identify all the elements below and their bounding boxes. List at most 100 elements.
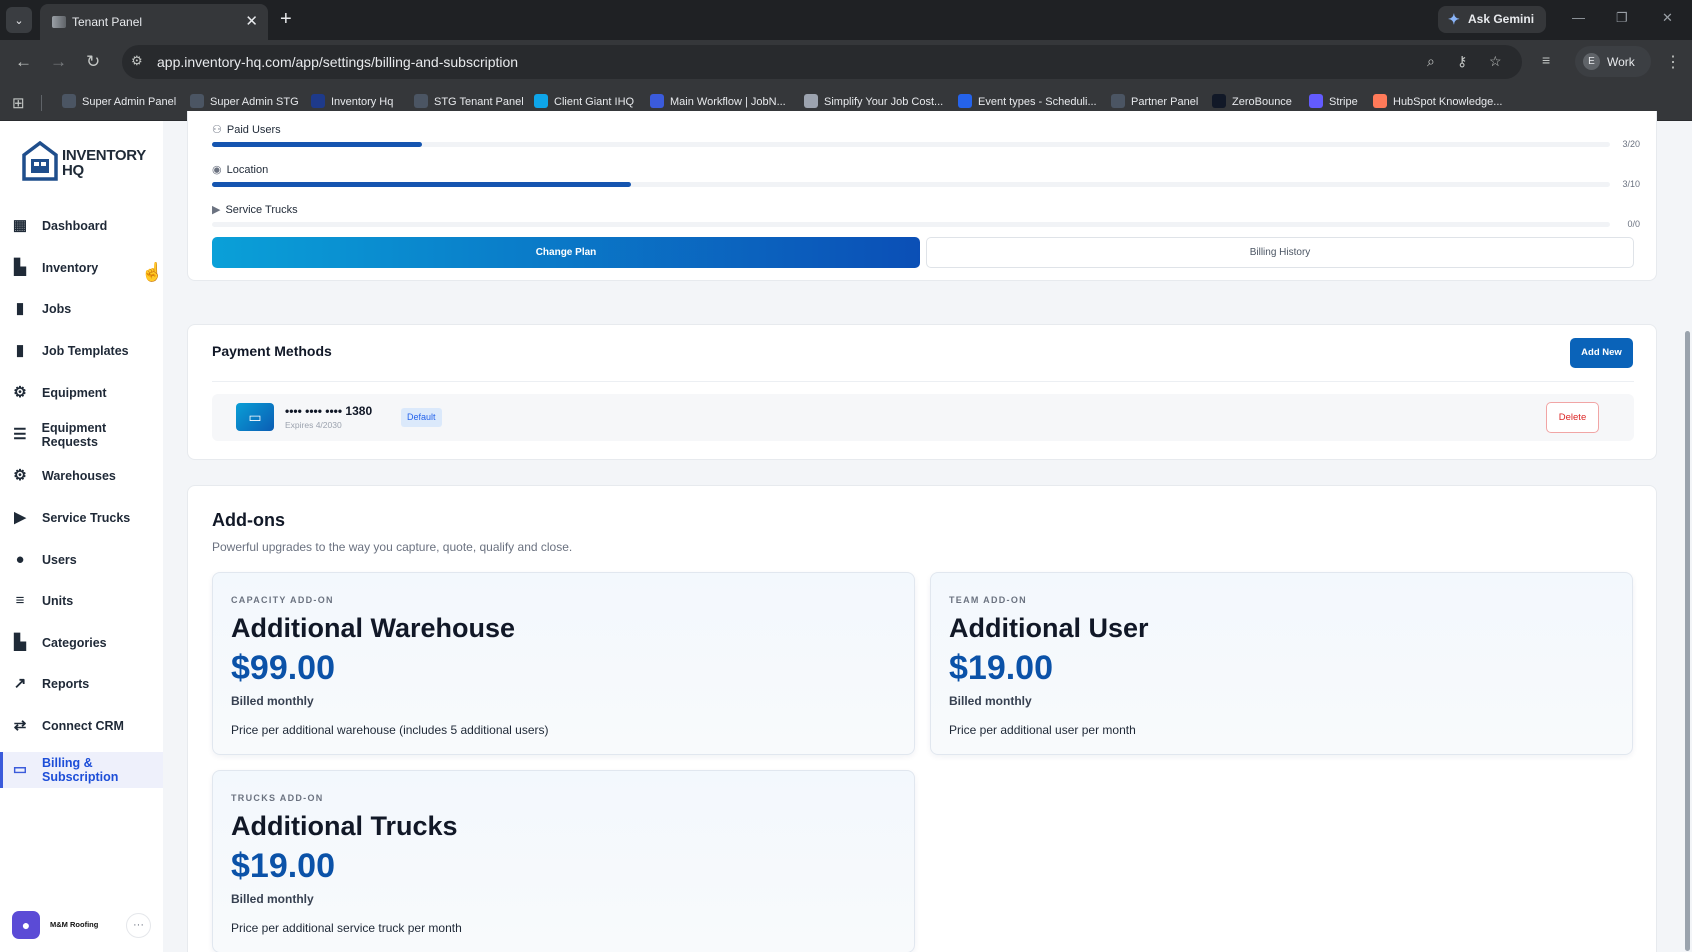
addons-subtitle: Powerful upgrades to the way you capture… [212,540,573,554]
profile-label: Work [1607,55,1635,69]
sidebar-item-service-trucks[interactable]: ▶ Service Trucks [0,500,163,536]
addon-billing: Billed monthly [231,892,314,906]
address-bar[interactable]: ⚙ app.inventory-hq.com/app/settings/bill… [122,45,1522,79]
minimize-icon[interactable]: — [1572,10,1585,25]
addon-description: Price per additional warehouse (includes… [231,723,549,737]
profile-button[interactable]: E Work [1575,46,1651,77]
zoom-icon[interactable]: ⌕ [1427,53,1435,70]
add-new-payment-button[interactable]: Add New [1570,338,1633,368]
usage-label-location: ◉ Location [212,163,268,176]
bookmark-favicon-icon [311,94,325,108]
sidebar-item-users[interactable]: ● Users [0,542,163,578]
addon-billing: Billed monthly [949,694,1032,708]
reading-list-icon[interactable]: ≡ [1542,52,1550,68]
reload-icon[interactable]: ↻ [86,52,100,72]
bookmark-item[interactable]: Main Workflow | JobN... [650,94,786,108]
forward-arrow-icon[interactable]: → [50,52,67,72]
bookmark-favicon-icon [190,94,204,108]
bookmark-star-icon[interactable]: ☆ [1489,53,1502,70]
divider [212,381,1634,382]
sidebar-item-billing-subscription[interactable]: ▭ Billing & Subscription [0,752,163,788]
new-tab-plus-icon[interactable]: + [280,8,292,30]
bookmark-item[interactable]: Client Giant IHQ [534,94,634,108]
back-arrow-icon[interactable]: ← [15,52,32,72]
bookmark-item[interactable]: Partner Panel [1111,94,1198,108]
main-content: ⚇ Paid Users 3/20 ◉ Location 3/10 ▶ Service… [163,111,1692,952]
bookmark-item[interactable]: ZeroBounce [1212,94,1292,108]
restore-icon[interactable]: ❐ [1616,10,1628,26]
addon-card-user[interactable]: TEAM ADD-ON Additional User $19.00 Bille… [930,572,1633,755]
sidebar-item-units[interactable]: ≡ Units [0,583,163,619]
bookmark-label: Main Workflow | JobN... [670,96,786,108]
truck-icon: ▶ [212,204,221,216]
sidebar-item-inventory[interactable]: ▙ Inventory [0,250,163,286]
sidebar-item-equipment[interactable]: ⚙ Equipment [0,375,163,411]
ask-gemini-label: Ask Gemini [1468,12,1535,26]
apps-grid-icon[interactable]: ⊞ [12,94,25,112]
tenant-name: M&M Roofing [50,920,99,929]
sidebar-item-reports[interactable]: ↗ Reports [0,666,163,702]
password-key-icon[interactable]: ⚷ [1457,53,1467,70]
sidebar-item-label: Users [42,553,77,567]
usage-label-text: Service Trucks [225,204,298,216]
more-options-icon[interactable]: ··· [126,913,151,938]
sidebar-item-dashboard[interactable]: ▦ Dashboard [0,208,163,244]
bookmark-item[interactable]: STG Tenant Panel [414,94,524,108]
sidebar-item-label: Equipment [42,386,107,400]
warehouse-logo-icon [22,140,58,181]
bookmark-label: HubSpot Knowledge... [1393,96,1503,108]
inventory-icon: ▙ [14,259,26,276]
browser-toolbar: ← → ↻ ⚙ app.inventory-hq.com/app/setting… [0,40,1692,85]
request-list-icon: ☰ [13,426,27,443]
sidebar-item-categories[interactable]: ▙ Categories [0,625,163,661]
browser-menu-icon[interactable]: ⋮ [1665,52,1681,72]
change-plan-button[interactable]: Change Plan [212,237,920,268]
ask-gemini-button[interactable]: ✦ Ask Gemini [1438,6,1547,33]
page-scrollbar[interactable] [1685,331,1690,951]
billing-history-button[interactable]: Billing History [926,237,1634,268]
sidebar-item-jobs[interactable]: ▮ Jobs [0,291,163,327]
url-text: app.inventory-hq.com/app/settings/billin… [157,54,519,70]
bookmark-label: Event types - Scheduli... [978,96,1097,108]
bookmark-label: Super Admin Panel [82,96,177,108]
inventory-hq-logo[interactable]: INVENTORY HQ [22,140,152,185]
mouse-pointer-icon: ☝ [141,262,164,282]
tenant-avatar-icon: ● [12,911,40,939]
sidebar-item-connect-crm[interactable]: ⇄ Connect CRM [0,708,163,744]
sidebar-item-label: Categories [42,636,107,650]
bookmark-item[interactable]: HubSpot Knowledge... [1373,94,1502,108]
delete-payment-button[interactable]: Delete [1546,402,1599,433]
tab-close-icon[interactable]: ✕ [245,12,258,30]
truck-icon: ▶ [14,509,26,526]
addon-card-trucks[interactable]: TRUCKS ADD-ON Additional Trucks $19.00 B… [212,770,915,952]
bookmark-item[interactable]: Super Admin STG [190,94,299,108]
tab-title: Tenant Panel [72,15,143,29]
bookmark-item[interactable]: Inventory Hq [311,94,393,108]
bookmark-item[interactable]: Simplify Your Job Cost... [804,94,943,108]
addon-billing: Billed monthly [231,694,314,708]
addon-card-warehouse[interactable]: CAPACITY ADD-ON Additional Warehouse $99… [212,572,915,755]
sidebar-item-warehouses[interactable]: ⚙ Warehouses [0,458,163,494]
close-window-icon[interactable]: ✕ [1662,10,1673,26]
site-info-icon[interactable]: ⚙ [131,53,143,69]
addon-name: Additional Warehouse [231,613,516,643]
bookmark-item[interactable]: Stripe [1309,94,1358,108]
tenant-switcher[interactable]: ● M&M Roofing ··· [12,911,152,941]
sidebar-item-equipment-requests[interactable]: ☰ Equipment Requests [0,417,163,453]
bookmark-label: ZeroBounce [1232,96,1292,108]
bookmark-label: Client Giant IHQ [554,96,635,108]
bookmark-label: Simplify Your Job Cost... [824,96,944,108]
bookmark-item[interactable]: Super Admin Panel [62,94,176,108]
users-outline-icon: ⚇ [212,124,222,136]
usage-count: 0/0 [1627,219,1640,229]
bookmark-item[interactable]: Event types - Scheduli... [958,94,1097,108]
addon-kicker: TEAM ADD-ON [949,595,1027,605]
browser-tab[interactable]: Tenant Panel ✕ [40,4,268,40]
browser-tab-bar: ⌄ Tenant Panel ✕ + ✦ Ask Gemini — ❐ ✕ [0,0,1692,40]
sidebar-item-label: Job Templates [42,344,129,358]
tab-list-chevron-icon[interactable]: ⌄ [6,7,32,33]
template-icon: ▮ [15,342,25,359]
sidebar-item-job-templates[interactable]: ▮ Job Templates [0,333,163,369]
bookmark-favicon-icon [1111,94,1125,108]
gemini-sparkle-icon: ✦ [1448,11,1460,27]
